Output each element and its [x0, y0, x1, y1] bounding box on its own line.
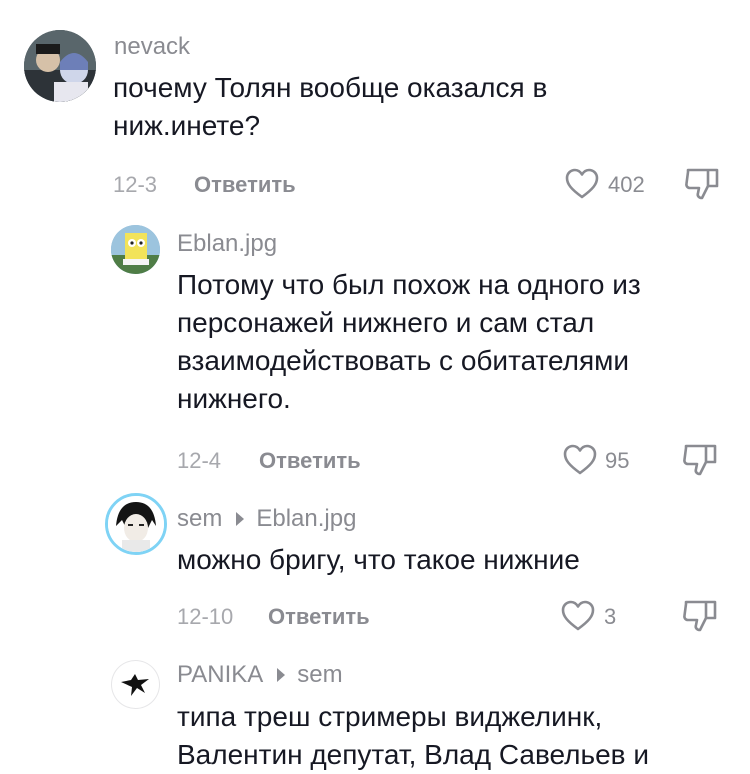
- comment-text: почему Толян вообще оказался в ниж.инете…: [113, 72, 548, 141]
- comment-username[interactable]: sem Eblan.jpg: [177, 505, 356, 533]
- comment-text: можно бригу, что такое нижние: [177, 544, 580, 575]
- triangle-right-icon: [277, 668, 286, 682]
- like-count: 402: [608, 172, 645, 197]
- like-count: 3: [604, 604, 617, 629]
- comment-date: 12-3: [113, 172, 158, 197]
- comment-username[interactable]: nevack: [114, 33, 190, 61]
- comment-text: типа треш стримеры виджелинк, Валентин д…: [177, 701, 649, 770]
- reply-button[interactable]: Ответить: [194, 172, 296, 198]
- reply-button[interactable]: Ответить: [268, 604, 370, 630]
- heart-outline-icon[interactable]: [561, 600, 595, 632]
- comment-date: 12-10: [177, 604, 234, 629]
- avatar-panika[interactable]: [111, 660, 160, 709]
- heart-outline-icon[interactable]: [565, 168, 599, 200]
- reply-to-username[interactable]: sem: [297, 661, 342, 689]
- comment-date: 12-4: [177, 448, 222, 473]
- like-count: 95: [605, 448, 630, 473]
- thumbs-down-outline-icon[interactable]: [682, 598, 718, 634]
- reply-button[interactable]: Ответить: [259, 448, 361, 474]
- avatar-nevack[interactable]: [24, 30, 96, 102]
- thumbs-down-outline-icon[interactable]: [684, 166, 720, 202]
- avatar-sem[interactable]: [105, 493, 167, 555]
- reply-to-username[interactable]: Eblan.jpg: [256, 505, 356, 533]
- avatar-eblan[interactable]: [111, 225, 160, 274]
- comment-username[interactable]: PANIKA sem: [177, 661, 343, 689]
- heart-outline-icon[interactable]: [563, 444, 597, 476]
- triangle-right-icon: [236, 512, 245, 526]
- thumbs-down-outline-icon[interactable]: [682, 442, 718, 478]
- comment-username[interactable]: Eblan.jpg: [177, 230, 277, 258]
- comment-text: Потому что был похож на одного из персон…: [177, 269, 641, 414]
